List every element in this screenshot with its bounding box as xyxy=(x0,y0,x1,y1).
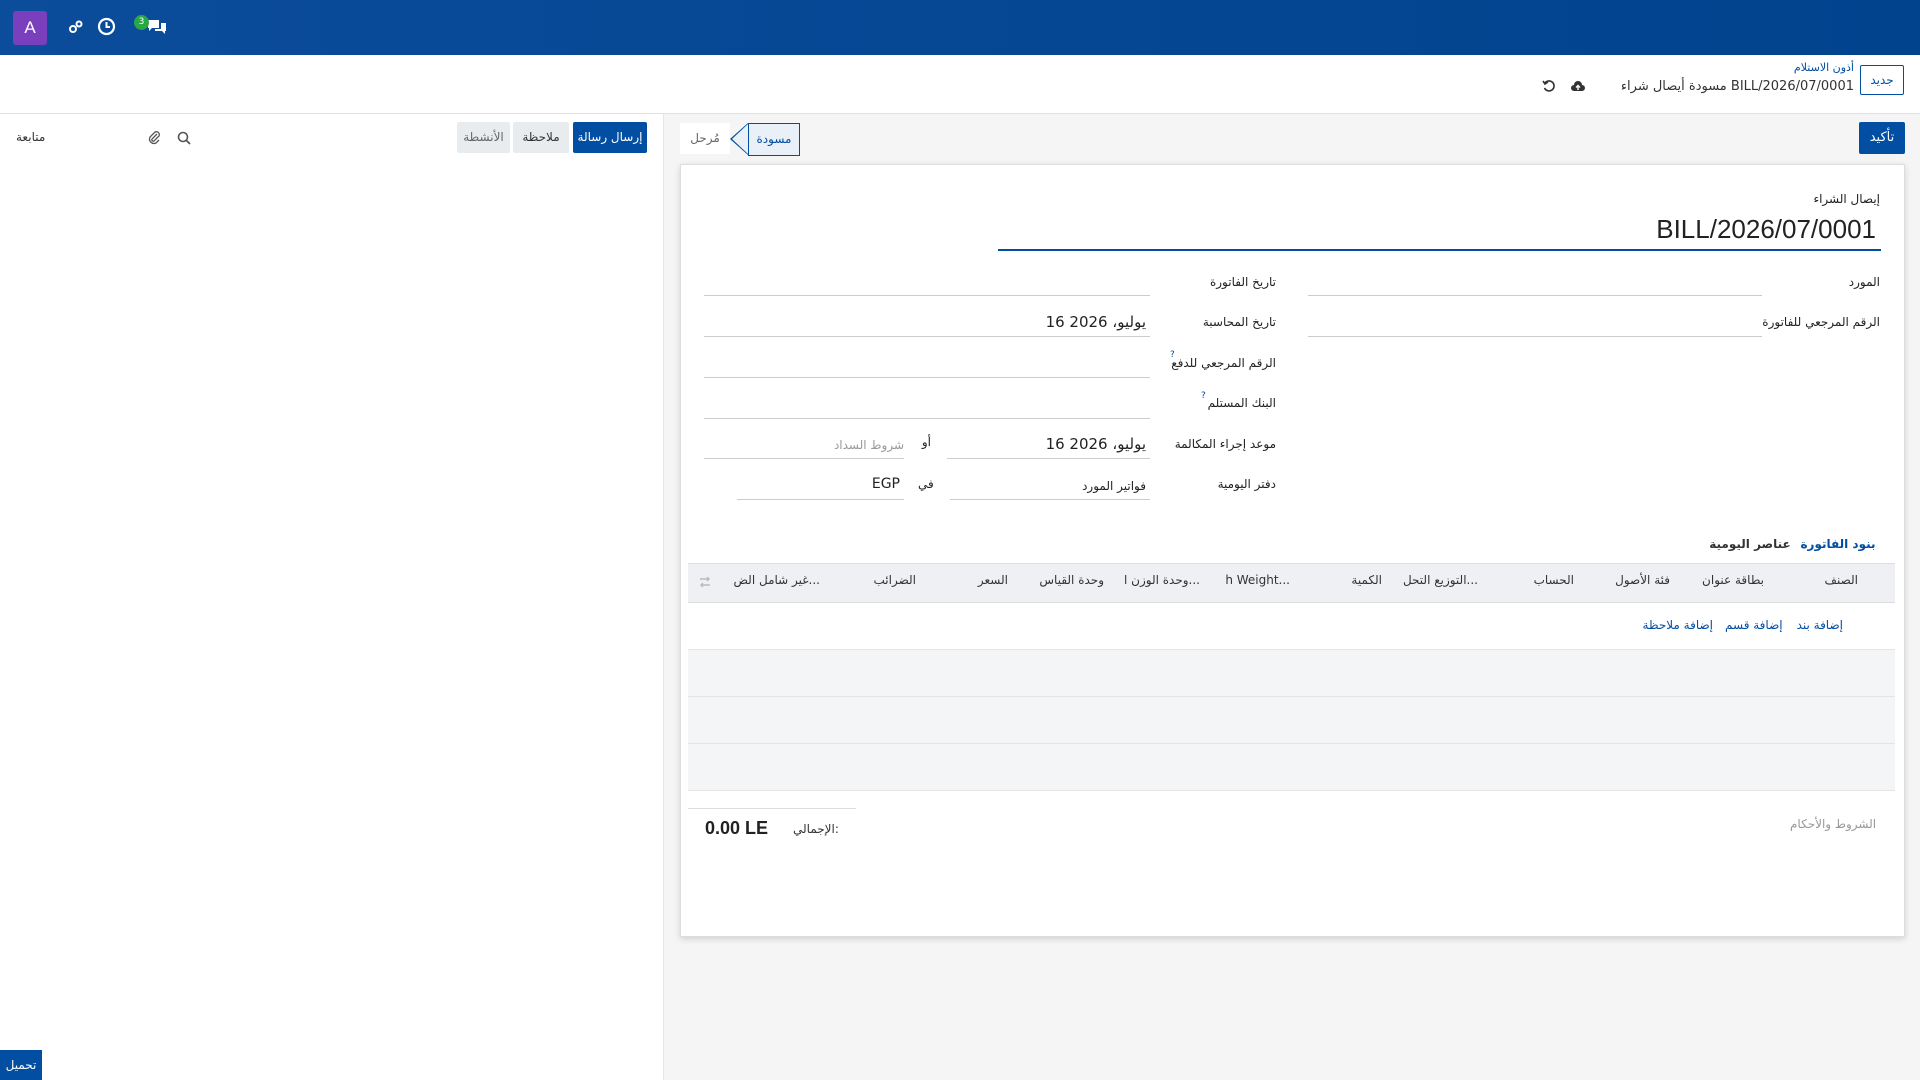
recipient-bank-help-icon[interactable]: ? xyxy=(1201,391,1206,401)
activity-settings-icon[interactable] xyxy=(68,19,84,35)
optional-columns-toggle-icon[interactable] xyxy=(698,575,712,589)
follow-button[interactable]: متابعة xyxy=(16,130,45,144)
discard-undo-icon[interactable] xyxy=(1542,79,1556,93)
column-header-price[interactable]: السعر xyxy=(950,573,1008,587)
payment-terms-underline xyxy=(704,458,904,459)
column-header-account[interactable]: الحساب xyxy=(1510,573,1574,587)
vendor-label: المورد xyxy=(1848,275,1880,289)
tab-invoice-lines[interactable]: بنود الفاتورة xyxy=(1796,524,1880,566)
status-posted[interactable]: مُرحل xyxy=(680,123,730,154)
column-header-analytic-distribution[interactable]: التوزيع التحل... xyxy=(1380,573,1478,587)
paperclip-icon[interactable] xyxy=(147,130,161,146)
table-row xyxy=(688,650,1895,697)
invoice-date-label: تاريخ الفاتورة xyxy=(1209,275,1276,289)
save-cloud-icon[interactable] xyxy=(1570,79,1586,93)
confirm-button[interactable]: تأكيد xyxy=(1859,122,1905,154)
total-label: الإجمالي: xyxy=(793,822,839,836)
chat-icon[interactable] xyxy=(146,17,168,37)
column-header-asset-category[interactable]: فئة الأصول xyxy=(1590,573,1670,587)
bill-name-underline xyxy=(998,249,1881,251)
total-amount: 0.00 LE xyxy=(705,818,769,838)
or-label: أو xyxy=(921,435,931,449)
column-header-taxes[interactable]: الضرائب xyxy=(860,573,916,587)
breadcrumb-current: مسودة أيصال شراء BILL/2026/07/0001 xyxy=(1620,79,1854,94)
accounting-date-underline xyxy=(704,336,1150,337)
document-type-label: إيصال الشراء xyxy=(1813,192,1880,206)
due-date-label: موعد إجراء المكالمة xyxy=(1174,437,1276,451)
accounting-date-label: تاريخ المحاسبة xyxy=(1202,315,1276,329)
currency-underline xyxy=(737,499,904,500)
accounting-date-value[interactable]: 16 يوليو، 2026 xyxy=(880,313,1146,331)
due-date-value[interactable]: 16 يوليو، 2026 xyxy=(950,435,1146,453)
status-draft[interactable]: مسودة xyxy=(748,123,800,156)
vendor-reference-input[interactable] xyxy=(1308,336,1762,337)
column-header-weight-uom[interactable]: وحدة الوزن ا... xyxy=(1108,573,1200,587)
chatter-panel xyxy=(0,114,663,1080)
recipient-bank-input[interactable] xyxy=(704,418,1150,419)
in-label: في xyxy=(918,477,934,491)
journal-underline xyxy=(950,499,1150,500)
payment-terms-input[interactable]: شروط السداد xyxy=(800,438,904,452)
download-button[interactable]: تحميل xyxy=(0,1050,42,1080)
clock-icon[interactable] xyxy=(97,17,116,36)
send-message-button[interactable]: إرسال رسالة xyxy=(573,122,647,153)
status-arrow-fill xyxy=(732,124,748,154)
breadcrumb-parent-link[interactable]: أذون الاستلام xyxy=(1700,61,1854,74)
table-row xyxy=(688,744,1895,791)
column-header-quantity[interactable]: الكمية xyxy=(1300,573,1382,587)
recipient-bank-label: البنك المستلم xyxy=(1207,396,1276,410)
payment-reference-label: الرقم المرجعي للدفع xyxy=(1171,356,1276,370)
journal-label: دفتر اليومية xyxy=(1217,477,1276,491)
journal-select[interactable]: فواتير المورد xyxy=(990,479,1146,493)
table-row xyxy=(688,697,1895,744)
payment-reference-input[interactable] xyxy=(704,377,1150,378)
currency-select[interactable]: EGP xyxy=(840,476,900,492)
column-header-subtotal[interactable]: غير شامل الض... xyxy=(730,573,820,587)
totals-divider xyxy=(688,808,856,809)
vendor-reference-label: الرقم المرجعي للفاتورة xyxy=(1762,315,1880,329)
vendor-input[interactable] xyxy=(1308,295,1762,296)
column-header-product[interactable]: الصنف xyxy=(1780,573,1858,587)
invoice-date-input[interactable] xyxy=(704,295,1150,296)
column-header-uom[interactable]: وحدة القياس xyxy=(1020,573,1104,587)
new-button[interactable]: جديد xyxy=(1860,65,1904,95)
user-avatar[interactable]: A xyxy=(13,11,47,45)
top-navbar xyxy=(0,0,1920,55)
search-icon[interactable] xyxy=(177,131,191,145)
table-row xyxy=(688,602,1895,650)
payment-reference-help-icon[interactable]: ? xyxy=(1170,350,1175,360)
due-date-underline xyxy=(947,458,1150,459)
tab-journal-items[interactable]: عناصر اليومية xyxy=(1705,524,1795,564)
bill-name-input[interactable]: BILL/2026/07/0001 xyxy=(1000,214,1876,245)
terms-and-conditions-input[interactable]: الشروط والأحكام xyxy=(1790,817,1876,831)
column-header-label[interactable]: بطاقة عنوان xyxy=(1680,573,1764,587)
activities-button[interactable]: الأنشطة xyxy=(457,122,510,153)
messages-badge: 3 xyxy=(134,15,149,30)
log-note-button[interactable]: ملاحظة xyxy=(513,122,569,153)
